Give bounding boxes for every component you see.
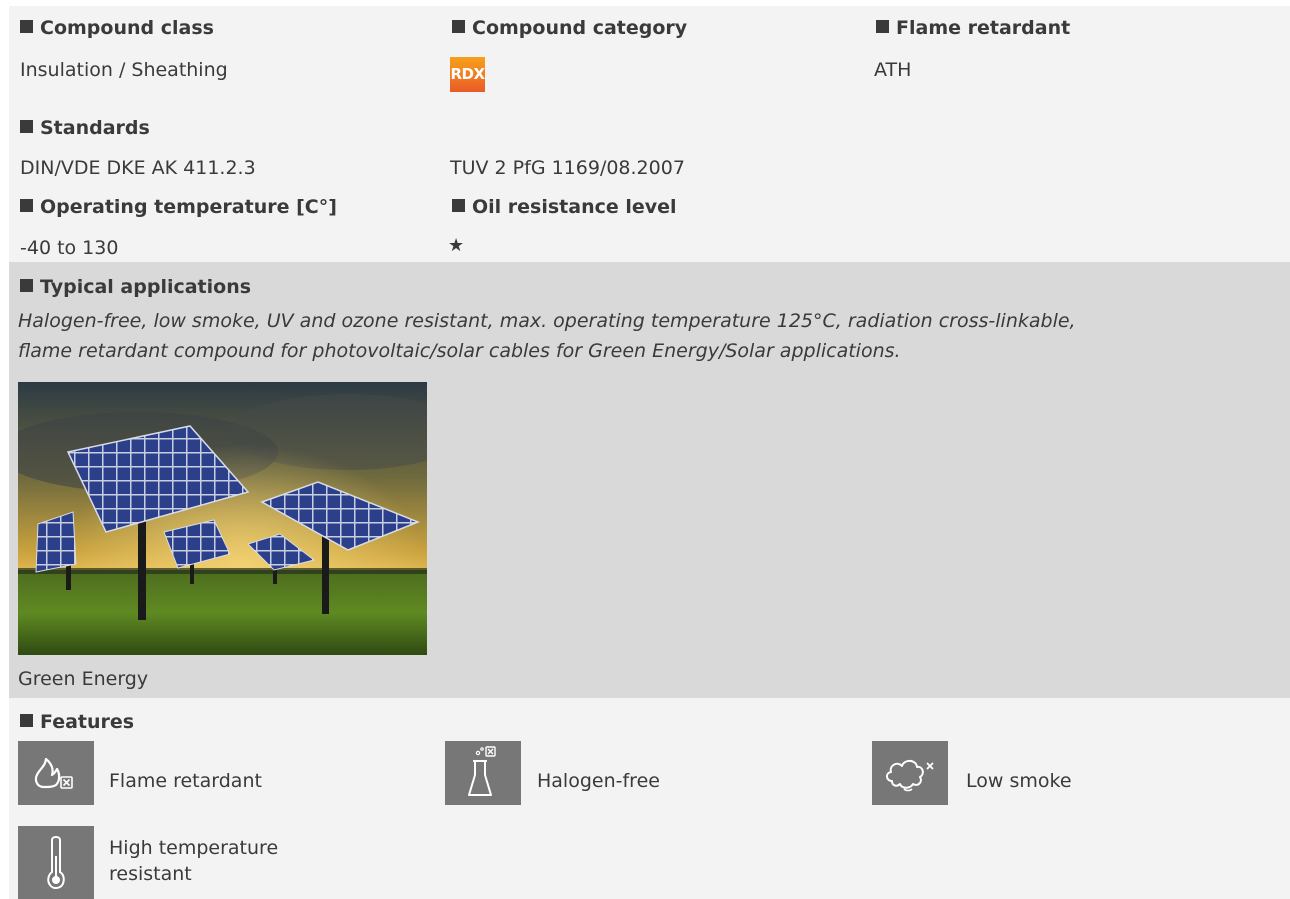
compound-category-heading: Compound category — [452, 17, 687, 39]
standards-heading: Standards — [20, 117, 150, 139]
compound-datasheet: Compound class Compound category Flame r… — [0, 0, 1290, 899]
compound-class-heading: Compound class — [20, 17, 214, 39]
bullet-square-icon — [452, 199, 465, 212]
flame-retardant-value: ATH — [874, 59, 912, 81]
rdx-category-badge: RDX — [450, 57, 485, 92]
oil-resistance-heading: Oil resistance level — [452, 196, 677, 218]
flame-cross-icon — [18, 741, 94, 805]
typical-applications-description: Halogen-free, low smoke, UV and ozone re… — [18, 310, 1076, 362]
bullet-square-icon — [20, 279, 33, 292]
feature-label: Low smoke — [966, 770, 1072, 792]
feature-label: High temperature resistant — [109, 837, 279, 885]
feature-label: Flame retardant — [109, 770, 262, 792]
operating-temperature-value: -40 to 130 — [20, 237, 119, 259]
flame-retardant-heading: Flame retardant — [876, 17, 1070, 39]
compound-class-value: Insulation / Sheathing — [20, 59, 228, 81]
feature-label: Halogen-free — [537, 770, 660, 792]
bullet-square-icon — [20, 714, 33, 727]
standard-item: TUV 2 PfG 1169/08.2007 — [450, 157, 685, 179]
properties-panel — [9, 6, 1290, 262]
green-energy-caption: Green Energy — [18, 668, 149, 690]
bullet-square-icon — [20, 199, 33, 212]
oil-resistance-stars: ★ — [448, 235, 465, 256]
bullet-square-icon — [20, 120, 33, 133]
bullet-square-icon — [20, 20, 33, 33]
smoke-cross-icon — [872, 741, 948, 805]
operating-temperature-heading: Operating temperature [C°] — [20, 196, 337, 218]
solar-panels-image — [18, 382, 427, 655]
standard-item: DIN/VDE DKE AK 411.2.3 — [20, 157, 256, 179]
thermometer-icon — [18, 826, 94, 899]
flask-cross-icon — [445, 741, 521, 805]
bullet-square-icon — [876, 20, 889, 33]
bullet-square-icon — [452, 20, 465, 33]
green-energy-photo — [18, 382, 427, 655]
typical-applications-heading: Typical applications — [20, 276, 251, 298]
features-heading: Features — [20, 711, 134, 733]
